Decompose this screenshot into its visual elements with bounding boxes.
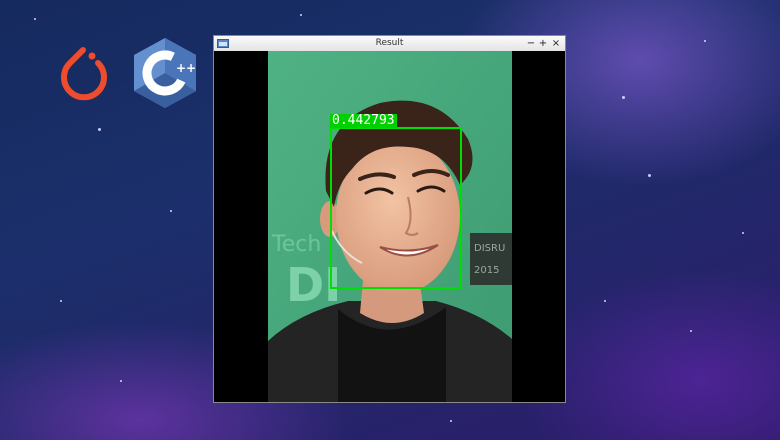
pytorch-logo-icon xyxy=(61,47,107,101)
minimize-button[interactable]: − xyxy=(525,36,537,51)
star xyxy=(704,40,706,42)
cpp-logo-icon: ++ xyxy=(134,38,196,108)
svg-text:DISRU: DISRU xyxy=(474,243,505,254)
maximize-button[interactable]: + xyxy=(537,36,549,51)
star xyxy=(120,380,122,382)
close-button[interactable]: × xyxy=(550,36,562,51)
svg-text:Tech: Tech xyxy=(271,232,321,257)
detection-score-label: 0.442793 xyxy=(330,113,397,128)
window-title: Result xyxy=(375,38,404,48)
detection-box xyxy=(330,127,462,289)
star xyxy=(450,420,452,422)
star xyxy=(60,300,62,302)
star xyxy=(742,232,744,234)
star xyxy=(690,330,692,332)
star xyxy=(170,210,172,212)
result-window: Result − + × Tech DI DISRU 2015 0.442793 xyxy=(213,35,566,403)
star xyxy=(622,96,625,99)
star xyxy=(604,300,606,302)
star xyxy=(648,174,651,177)
image-canvas: Tech DI DISRU 2015 0.442793 xyxy=(214,51,565,402)
star xyxy=(300,14,302,16)
star xyxy=(34,18,36,20)
star xyxy=(98,128,101,131)
svg-text:2015: 2015 xyxy=(474,265,499,276)
svg-text:++: ++ xyxy=(176,61,196,75)
window-titlebar[interactable]: Result − + × xyxy=(214,36,565,52)
